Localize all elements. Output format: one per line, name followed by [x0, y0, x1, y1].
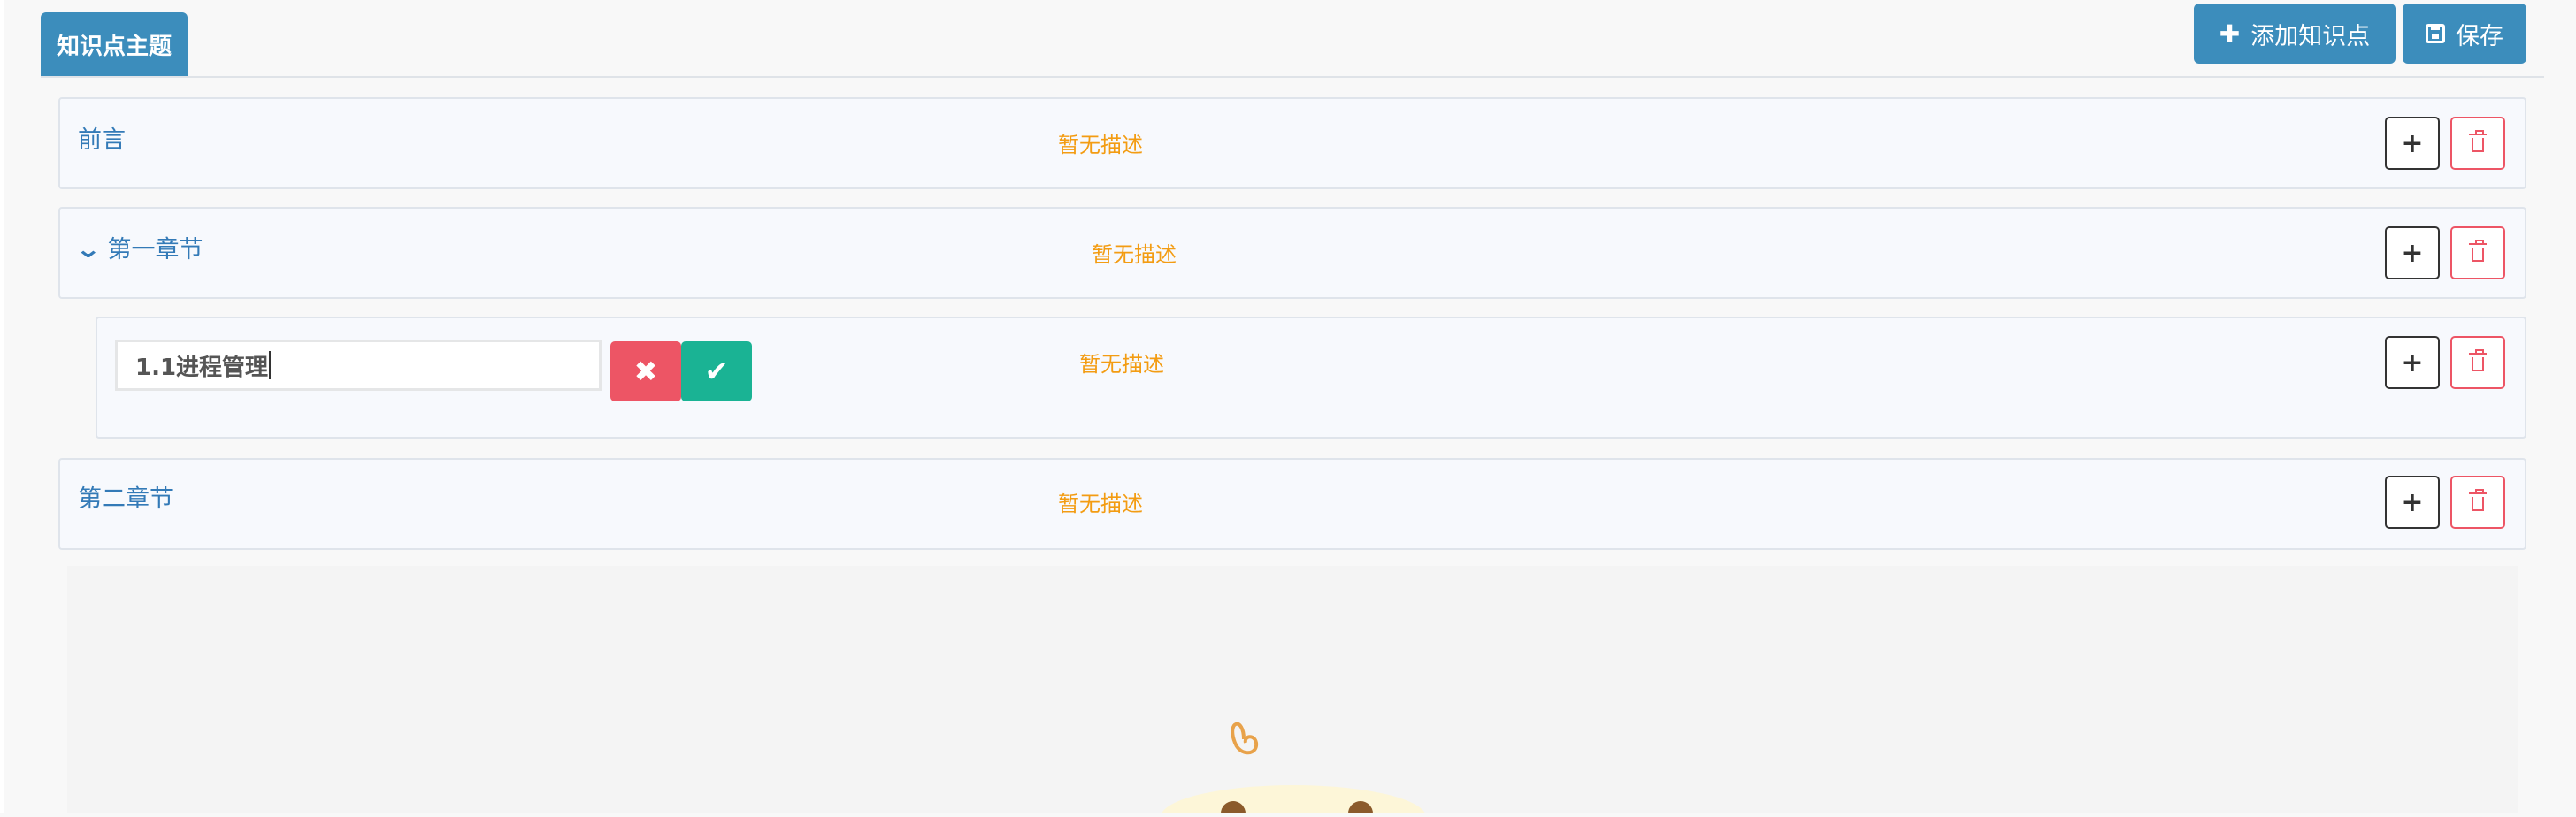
topic-description: 暂无描述 — [1058, 492, 1143, 516]
trash-icon — [2469, 349, 2487, 371]
close-icon: ✖ — [633, 355, 658, 388]
floppy-disk-icon — [2426, 24, 2445, 43]
delete-topic-button[interactable] — [2450, 336, 2505, 389]
text-caret — [269, 351, 271, 379]
chevron-down-icon[interactable]: ⌄ — [74, 234, 102, 263]
topic-name-input[interactable] — [115, 340, 602, 391]
add-knowledge-point-button[interactable]: ✚ 添加知识点 — [2194, 4, 2396, 64]
topic-description: 暂无描述 — [1092, 242, 1177, 267]
topic-row — [58, 97, 2526, 189]
delete-topic-button[interactable] — [2450, 117, 2505, 170]
add-subtopic-button[interactable]: + — [2385, 117, 2440, 170]
cancel-edit-button[interactable]: ✖ — [610, 341, 681, 401]
empty-state-area — [67, 566, 2518, 817]
topic-row — [58, 207, 2526, 299]
save-label: 保存 — [2456, 22, 2503, 50]
delete-topic-button[interactable] — [2450, 476, 2505, 529]
plus-icon: + — [2401, 347, 2424, 378]
trash-icon — [2469, 130, 2487, 152]
plus-icon: ✚ — [2219, 19, 2241, 49]
topic-title-expandable[interactable]: ⌄ 第一章节 — [74, 230, 203, 264]
topic-description: 暂无描述 — [1079, 352, 1164, 377]
topic-tab[interactable]: 知识点主题 — [41, 12, 188, 76]
add-subtopic-button[interactable]: + — [2385, 476, 2440, 529]
plus-icon: + — [2401, 237, 2424, 269]
save-button[interactable]: 保存 — [2403, 4, 2526, 64]
topic-title[interactable]: 第二章节 — [78, 479, 173, 514]
add-subtopic-button[interactable]: + — [2385, 336, 2440, 389]
check-icon: ✔ — [704, 355, 729, 388]
plus-icon: + — [2401, 127, 2424, 159]
header-divider — [41, 76, 2544, 78]
plus-icon: + — [2401, 486, 2424, 518]
trash-icon — [2469, 489, 2487, 511]
add-subtopic-button[interactable]: + — [2385, 226, 2440, 279]
topic-title-text: 第一章节 — [107, 236, 203, 263]
mascot-illustration — [1161, 722, 1426, 817]
topic-title[interactable]: 前言 — [78, 120, 126, 155]
delete-topic-button[interactable] — [2450, 226, 2505, 279]
confirm-edit-button[interactable]: ✔ — [681, 341, 752, 401]
topic-description: 暂无描述 — [1058, 133, 1143, 157]
topic-row — [58, 458, 2526, 550]
page-left-border — [0, 0, 4, 813]
add-knowledge-point-label: 添加知识点 — [2250, 22, 2371, 50]
trash-icon — [2469, 240, 2487, 262]
